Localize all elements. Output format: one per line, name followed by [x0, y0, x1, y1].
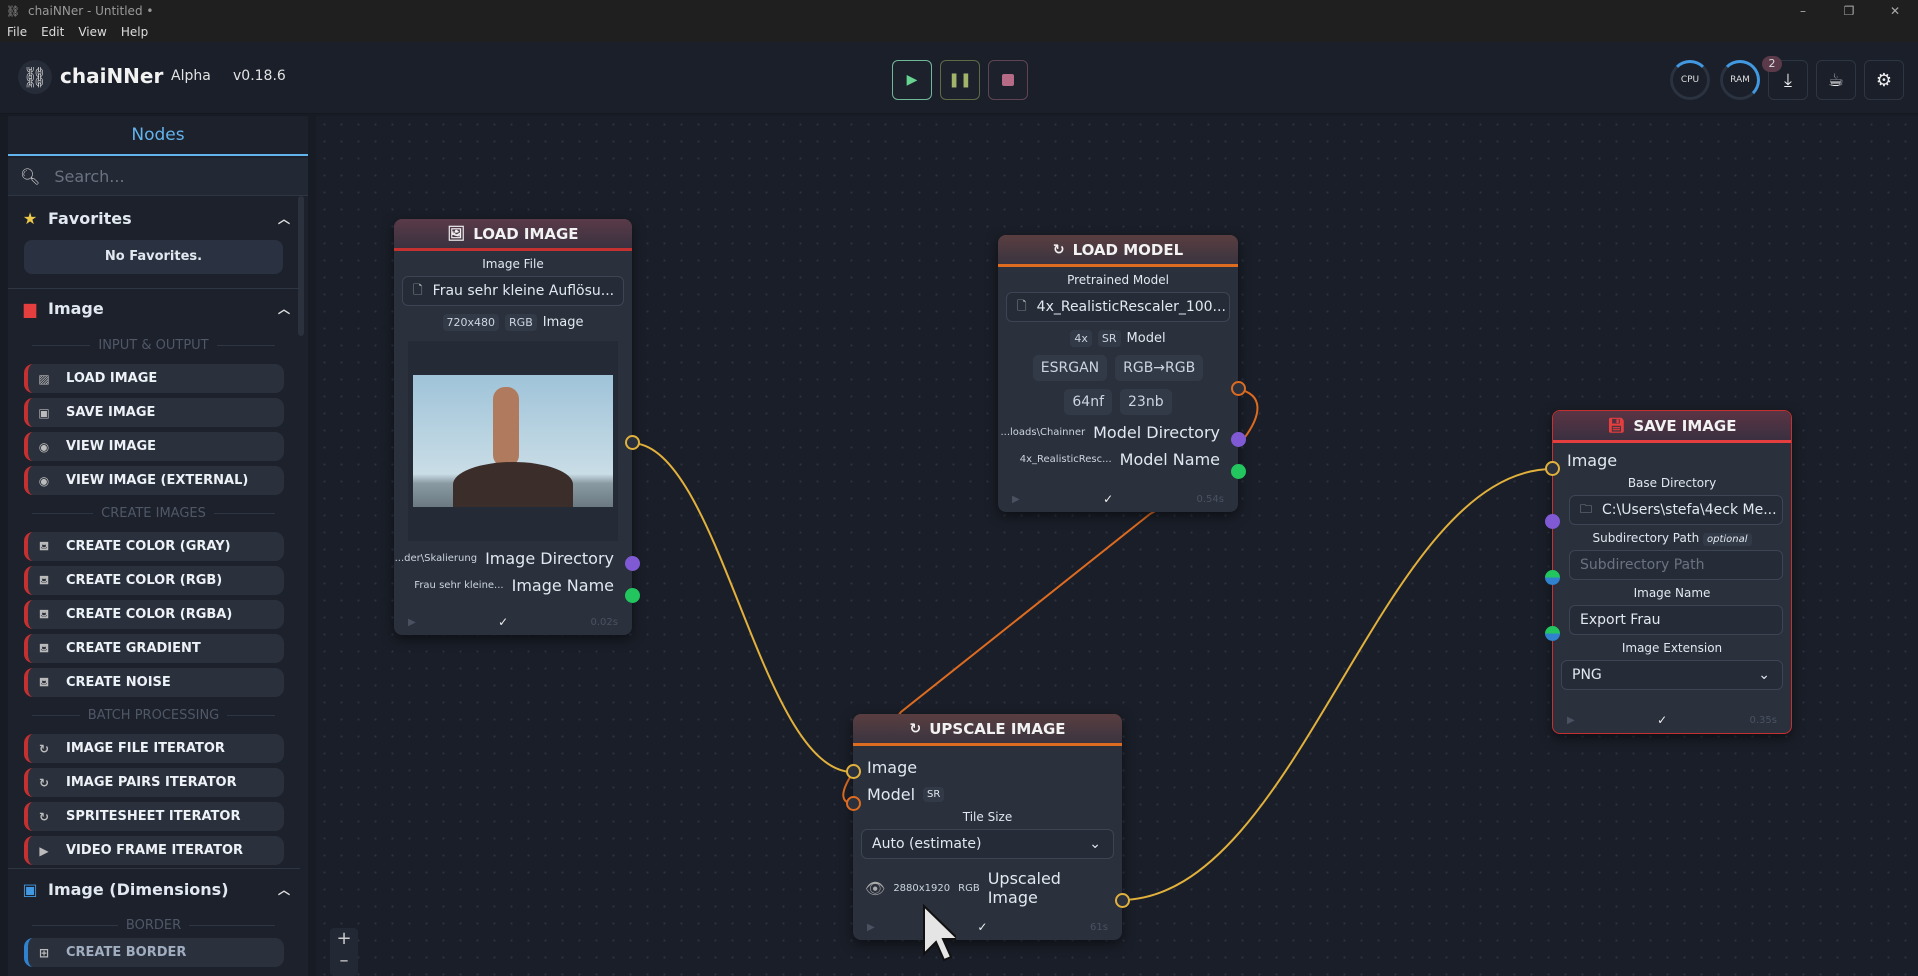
- image-name-label: Image Name: [1633, 586, 1711, 600]
- execution-time: 61s: [1090, 921, 1108, 933]
- eye-icon[interactable]: 👁︎: [865, 879, 885, 898]
- chevron-down-icon: ⌄: [1758, 667, 1770, 683]
- model-file-value: 4x_RealisticRescaler_100...: [1036, 299, 1226, 315]
- run-node-icon[interactable]: ▶: [867, 922, 875, 933]
- sr-tag: SR: [923, 787, 945, 802]
- run-node-icon[interactable]: ▶: [1567, 715, 1575, 726]
- output-model-label: Model: [1126, 331, 1166, 346]
- folder-icon: 🗀: [1580, 501, 1593, 516]
- color-tag: RGB→RGB: [1115, 355, 1204, 381]
- input-image-label: Image: [1567, 451, 1618, 470]
- output-port-model[interactable]: [1231, 381, 1246, 396]
- tile-size-value: Auto (estimate): [872, 836, 982, 852]
- edge-upscale-to-save[interactable]: [1119, 468, 1554, 901]
- image-directory-label: Image Directory: [485, 549, 614, 568]
- input-port-base-directory[interactable]: [1545, 514, 1560, 529]
- kind-tag: SR: [1097, 330, 1121, 347]
- node-title: LOAD IMAGE: [473, 224, 579, 243]
- load-model-node[interactable]: ↻ LOAD MODEL Pretrained Model 🗋 4x_Realist…: [998, 235, 1246, 512]
- subdirectory-label: Subdirectory Path: [1592, 531, 1700, 545]
- node-header[interactable]: ↻ UPSCALE IMAGE: [853, 714, 1122, 746]
- check-icon: ✓: [1103, 492, 1114, 506]
- output-upscaled-label: Upscaled Image: [987, 869, 1061, 907]
- check-icon: ✓: [498, 615, 509, 629]
- image-file-label: Image File: [482, 257, 544, 271]
- channels-tag: RGB: [505, 314, 537, 331]
- base-directory-value: C:\Users\stefa\4eck Me...: [1602, 502, 1777, 518]
- node-title: LOAD MODEL: [1072, 240, 1184, 259]
- image-extension-select[interactable]: PNG ⌄: [1561, 660, 1783, 690]
- image-extension-label: Image Extension: [1621, 641, 1723, 655]
- execution-time: 0.35s: [1749, 714, 1777, 726]
- input-port-model[interactable]: [846, 796, 861, 811]
- output-port-directory[interactable]: [625, 556, 640, 571]
- image-file-input[interactable]: 🗋 Frau sehr kleine Auflösu...: [402, 276, 624, 306]
- arch-tag: ESRGAN: [1032, 355, 1108, 381]
- dimensions-tag: 720x480: [442, 314, 500, 331]
- mouse-cursor: [923, 904, 956, 962]
- model-directory-value: ...loads\Chainner: [1000, 427, 1086, 438]
- execution-time: 0.54s: [1196, 493, 1224, 505]
- input-port-image[interactable]: [1545, 461, 1560, 476]
- output-image-label: Image: [542, 315, 584, 330]
- pretrained-model-label: Pretrained Model: [1067, 273, 1169, 287]
- model-name-label: Model Name: [1119, 450, 1220, 469]
- node-title: UPSCALE IMAGE: [929, 719, 1066, 738]
- output-port-image[interactable]: [625, 435, 640, 450]
- node-header[interactable]: 💾︎ SAVE IMAGE: [1553, 411, 1791, 443]
- scale-tag: 4x: [1070, 330, 1092, 347]
- node-header[interactable]: 🖼︎ LOAD IMAGE: [394, 219, 632, 251]
- output-port-directory[interactable]: [1231, 432, 1246, 447]
- file-icon: 🗋: [413, 282, 423, 297]
- execution-time: 0.02s: [590, 616, 618, 628]
- image-name-value: Frau sehr kleine...: [414, 580, 504, 591]
- pretrained-model-input[interactable]: 🗋 4x_RealisticRescaler_100...: [1006, 292, 1230, 322]
- image-name-value: Export Frau: [1580, 612, 1661, 628]
- model-directory-label: Model Directory: [1093, 423, 1220, 442]
- node-header[interactable]: ↻ LOAD MODEL: [998, 235, 1238, 267]
- input-port-subdirectory[interactable]: [1545, 570, 1560, 585]
- nf-tag: 64nf: [1064, 389, 1113, 415]
- image-directory-value: ...der\Skalierung: [394, 553, 478, 564]
- image-extension-value: PNG: [1572, 667, 1602, 683]
- base-directory-label: Base Directory: [1627, 476, 1717, 490]
- tile-size-label: Tile Size: [962, 810, 1013, 824]
- run-node-icon[interactable]: ▶: [1012, 494, 1020, 505]
- file-icon: 🗋: [1017, 298, 1027, 313]
- load-image-node[interactable]: 🖼︎ LOAD IMAGE Image File 🗋 Frau sehr klein…: [394, 219, 640, 635]
- image-name-label: Image Name: [511, 576, 614, 595]
- subdirectory-placeholder: Subdirectory Path: [1580, 557, 1705, 573]
- output-port-upscaled-image[interactable]: [1115, 893, 1130, 908]
- upscale-icon: ↻: [909, 720, 922, 737]
- input-image-label: Image: [867, 758, 918, 777]
- check-icon: ✓: [1657, 713, 1668, 727]
- chevron-down-icon: ⌄: [1089, 836, 1101, 852]
- input-port-image-name[interactable]: [1545, 626, 1560, 641]
- nb-tag: 23nb: [1120, 389, 1172, 415]
- base-directory-input[interactable]: 🗀 C:\Users\stefa\4eck Me...: [1569, 495, 1783, 525]
- run-node-icon[interactable]: ▶: [408, 617, 416, 628]
- input-port-image[interactable]: [846, 764, 861, 779]
- output-port-name[interactable]: [625, 588, 640, 603]
- optional-tag: optional: [1703, 533, 1752, 546]
- dimensions-tag: 2880x1920: [893, 882, 951, 894]
- save-image-node[interactable]: 💾︎ SAVE IMAGE Image Base Directory 🗀 C:\Us…: [1545, 410, 1792, 734]
- upscale-image-node[interactable]: ↻ UPSCALE IMAGE Image Model SR Tile Size A…: [846, 714, 1130, 940]
- tile-size-select[interactable]: Auto (estimate) ⌄: [861, 829, 1114, 859]
- input-model-label: Model: [867, 785, 916, 804]
- edge-image-to-upscale[interactable]: [630, 442, 854, 773]
- image-name-input[interactable]: Export Frau: [1569, 605, 1783, 635]
- image-file-value: Frau sehr kleine Auflösu...: [432, 283, 615, 299]
- subdirectory-input[interactable]: Subdirectory Path: [1569, 550, 1783, 580]
- image-preview: [408, 341, 618, 541]
- node-title: SAVE IMAGE: [1633, 416, 1737, 435]
- channels-tag: RGB: [958, 882, 980, 894]
- output-port-name[interactable]: [1231, 464, 1246, 479]
- save-icon: 💾︎: [1607, 417, 1626, 434]
- image-icon: 🖼︎: [447, 225, 466, 242]
- model-icon: ↻: [1052, 241, 1065, 258]
- image-thumbnail: [413, 375, 613, 507]
- model-name-value: 4x_RealisticResc...: [1019, 454, 1112, 465]
- check-icon: ✓: [977, 920, 988, 934]
